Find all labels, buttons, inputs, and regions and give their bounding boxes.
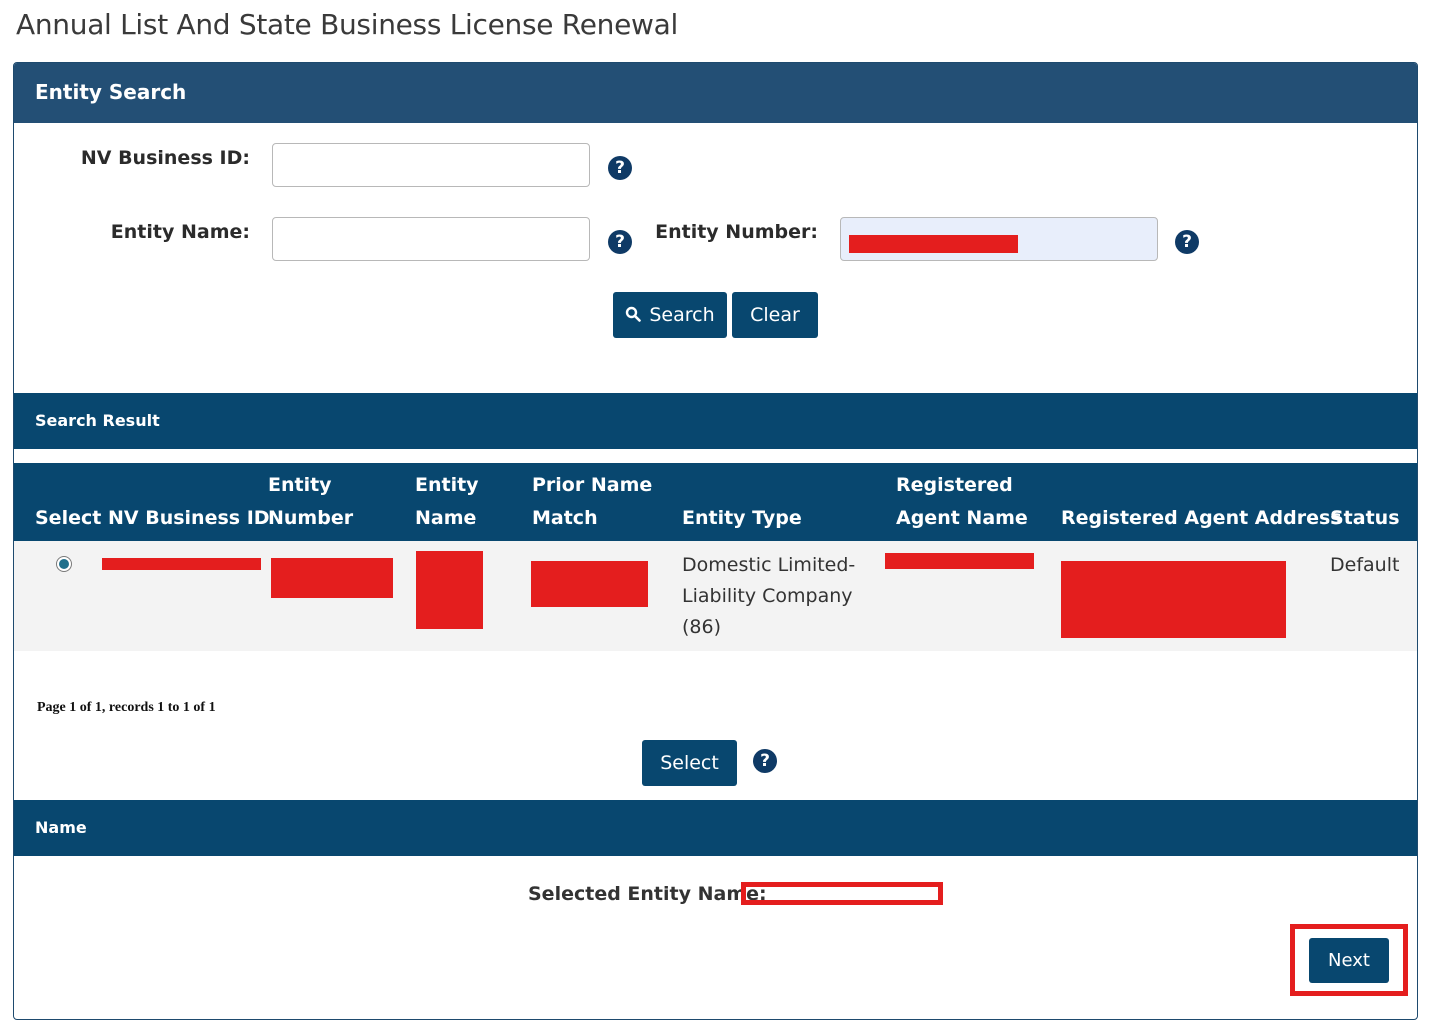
- entity-name-input[interactable]: [272, 217, 590, 261]
- selected-entity-name-redaction: [741, 882, 943, 905]
- entity-search-header: Entity Search: [14, 63, 1417, 123]
- entity-name-label: Entity Name:: [110, 221, 250, 243]
- search-button-label: Search: [649, 304, 715, 326]
- column-header-entity-type: Entity Type: [682, 507, 802, 529]
- redaction-mark: [102, 558, 261, 570]
- nv-business-id-input[interactable]: [272, 143, 590, 187]
- results-table-header: Select NV Business ID Entity Number Enti…: [14, 463, 1417, 541]
- redaction-mark: [1061, 561, 1286, 638]
- renewal-panel: Entity Search NV Business ID: ? Entity N…: [13, 62, 1418, 1020]
- redaction-mark: [885, 553, 1034, 569]
- column-header-select: Select: [35, 507, 102, 529]
- column-header-registered-agent-name: Registered Agent Name: [896, 474, 1028, 529]
- entity-name-help-icon[interactable]: ?: [608, 230, 632, 254]
- redaction-mark: [416, 551, 483, 629]
- nv-business-id-help-icon[interactable]: ?: [608, 156, 632, 180]
- name-section-header: Name: [14, 800, 1417, 856]
- select-help-icon[interactable]: ?: [753, 749, 777, 773]
- selected-entity-name-label: Selected Entity Name:: [528, 883, 767, 905]
- redaction-mark: [849, 235, 1018, 253]
- column-header-registered-agent-address: Registered Agent Address: [1061, 507, 1342, 529]
- next-button[interactable]: Next: [1309, 938, 1389, 983]
- search-icon: [625, 293, 642, 339]
- column-header-entity-number: Entity Number: [268, 474, 354, 529]
- status-cell: Default: [1330, 554, 1400, 576]
- pager-text: Page 1 of 1, records 1 to 1 of 1: [37, 700, 216, 715]
- column-header-entity-name: Entity Name: [415, 474, 479, 529]
- column-header-status: Status: [1330, 507, 1400, 529]
- entity-number-label: Entity Number:: [655, 221, 818, 243]
- table-row[interactable]: Domestic Limited-Liability Company (86) …: [14, 541, 1417, 651]
- nv-business-id-label: NV Business ID:: [80, 147, 250, 169]
- entity-type-cell: Domestic Limited-Liability Company (86): [682, 554, 856, 638]
- column-header-prior-name-match: Prior Name Match: [532, 474, 653, 529]
- entity-number-input[interactable]: [840, 217, 1158, 261]
- entity-number-help-icon[interactable]: ?: [1175, 230, 1199, 254]
- column-header-nv-business-id: NV Business ID: [108, 507, 270, 529]
- search-button[interactable]: Search: [613, 292, 727, 338]
- row-select-radio[interactable]: [56, 556, 72, 572]
- search-result-header: Search Result: [14, 393, 1417, 449]
- page-title: Annual List And State Business License R…: [16, 8, 678, 41]
- redaction-mark: [531, 561, 648, 607]
- redaction-mark: [271, 558, 393, 598]
- clear-button[interactable]: Clear: [732, 292, 818, 338]
- select-button[interactable]: Select: [642, 740, 737, 786]
